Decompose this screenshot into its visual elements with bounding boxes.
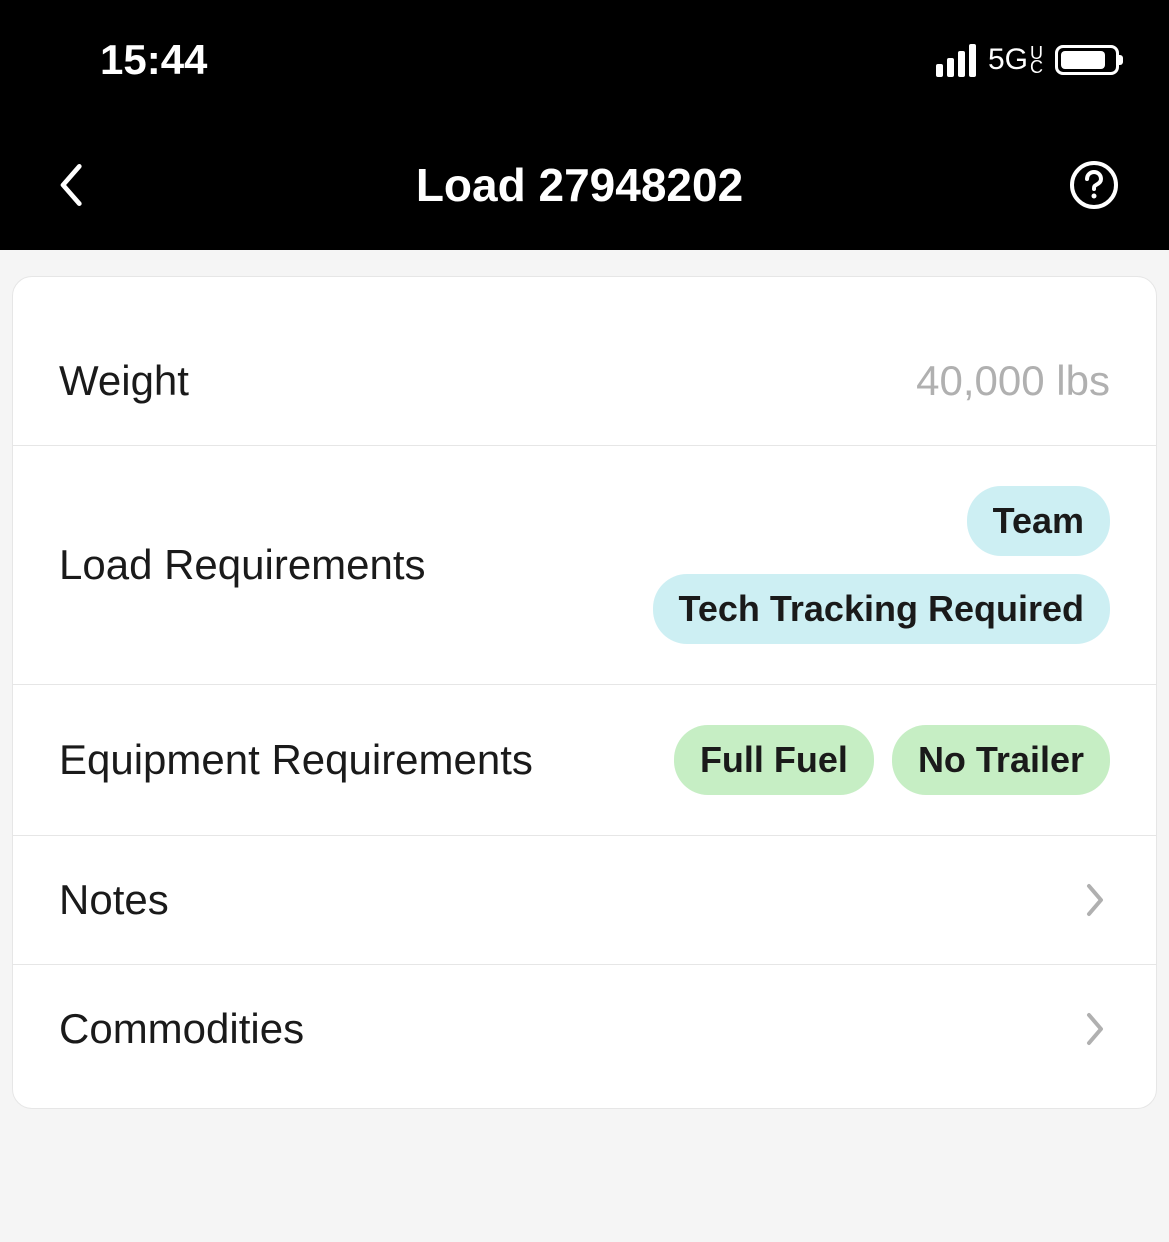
notes-row[interactable]: Notes <box>13 836 1156 965</box>
signal-icon <box>936 44 976 77</box>
weight-label: Weight <box>59 357 189 405</box>
commodities-row[interactable]: Commodities <box>13 965 1156 1108</box>
network-label: 5G U C <box>988 43 1043 77</box>
nav-bar: Load 27948202 <box>0 120 1169 250</box>
equipment-requirements-tags: Full Fuel No Trailer <box>674 725 1110 795</box>
help-icon <box>1069 160 1119 210</box>
tag-team: Team <box>967 486 1110 556</box>
load-requirements-row: Load Requirements Team Tech Tracking Req… <box>13 446 1156 685</box>
chevron-left-icon <box>56 161 84 209</box>
status-bar: 15:44 5G U C <box>0 0 1169 120</box>
tag-no-trailer: No Trailer <box>892 725 1110 795</box>
back-button[interactable] <box>50 155 90 215</box>
chevron-right-icon <box>1080 880 1110 920</box>
battery-icon <box>1055 45 1119 75</box>
notes-label: Notes <box>59 876 169 924</box>
status-indicators: 5G U C <box>936 43 1119 77</box>
help-button[interactable] <box>1069 160 1119 210</box>
commodities-label: Commodities <box>59 1005 304 1053</box>
status-time: 15:44 <box>100 36 207 84</box>
tag-tech-tracking: Tech Tracking Required <box>653 574 1110 644</box>
load-requirements-label: Load Requirements <box>59 541 426 589</box>
chevron-right-icon <box>1080 1009 1110 1049</box>
weight-value: 40,000 lbs <box>916 357 1110 405</box>
tag-full-fuel: Full Fuel <box>674 725 874 795</box>
details-card: Weight 40,000 lbs Load Requirements Team… <box>12 276 1157 1109</box>
weight-row: Weight 40,000 lbs <box>13 277 1156 446</box>
equipment-requirements-label: Equipment Requirements <box>59 736 533 784</box>
page-title: Load 27948202 <box>416 158 743 212</box>
equipment-requirements-row: Equipment Requirements Full Fuel No Trai… <box>13 685 1156 836</box>
content-area: Weight 40,000 lbs Load Requirements Team… <box>0 250 1169 1135</box>
load-requirements-tags: Team Tech Tracking Required <box>570 486 1110 644</box>
